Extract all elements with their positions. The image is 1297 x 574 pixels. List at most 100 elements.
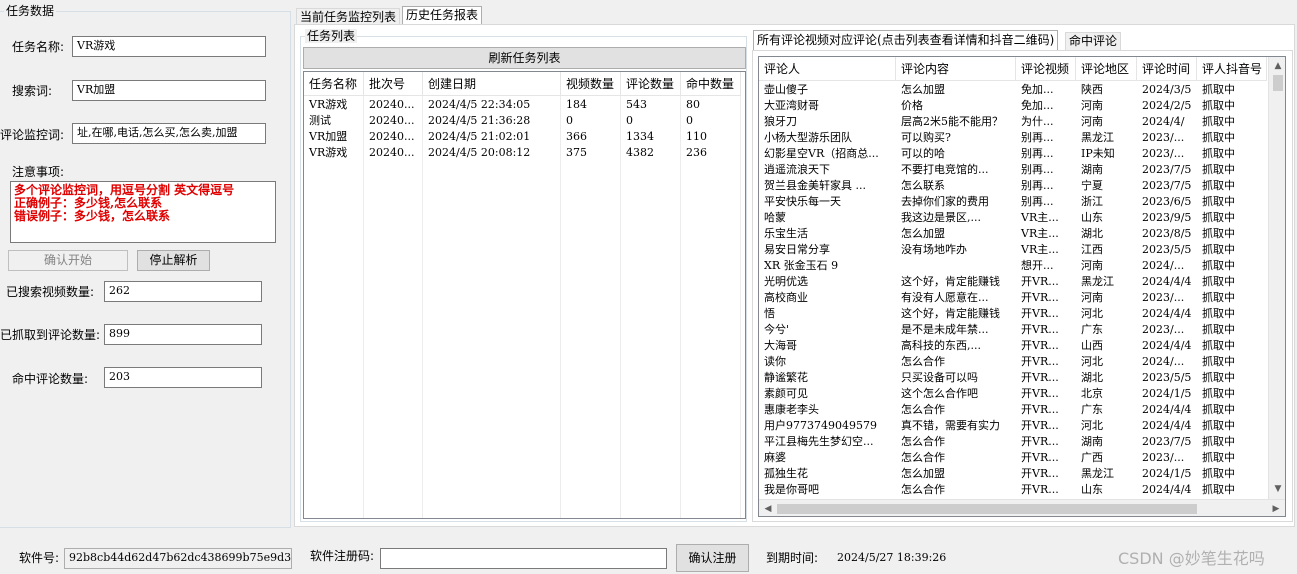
- table-row[interactable]: 乐宝生活 怎么加盟 VR主... 湖北 2023/8/5 抓取中: [759, 226, 1267, 242]
- table-row[interactable]: 贺兰县金美轩家具 ... 怎么联系 别再... 宁夏 2023/7/5 抓取中: [759, 178, 1267, 194]
- scrollbar-thumb[interactable]: [1273, 75, 1283, 91]
- chevron-down-icon[interactable]: ▼: [1271, 482, 1285, 496]
- stop-parse-button[interactable]: 停止解析: [137, 250, 210, 271]
- table-row[interactable]: 孤独生花 怎么加盟 开VR... 黑龙江 2024/1/5 抓取中: [759, 466, 1267, 482]
- refresh-task-list-button[interactable]: 刷新任务列表: [303, 47, 746, 69]
- table-row[interactable]: 壶山傻子 怎么加盟 免加... 陕西 2024/3/5 抓取中: [759, 82, 1267, 98]
- comment-content-cell: 怎么合作: [901, 483, 945, 496]
- douyin-id-cell: 抓取中: [1202, 275, 1235, 288]
- commenter-cell: 悟: [764, 307, 775, 320]
- table-row[interactable]: 平安快乐每一天 去掉你们家的费用 别再... 浙江 2023/6/5 抓取中: [759, 194, 1267, 210]
- captured-count-field[interactable]: 899: [104, 324, 262, 345]
- table-row[interactable]: 小杨大型游乐团队 可以购买? 别再... 黑龙江 2023/... 抓取中: [759, 130, 1267, 146]
- column-header[interactable]: 评人抖音号: [1197, 57, 1267, 81]
- comment-video-cell: 别再...: [1021, 147, 1054, 160]
- comment-region-cell: 河北: [1081, 307, 1103, 320]
- commenter-cell: 高校商业: [764, 291, 808, 304]
- table-row[interactable]: 读你 怎么合作 开VR... 河北 2024/... 抓取中: [759, 354, 1267, 370]
- comment-content-cell: 可以购买?: [901, 131, 951, 144]
- searched-count-field[interactable]: 262: [104, 281, 262, 302]
- reg-code-input[interactable]: [380, 548, 667, 569]
- column-header[interactable]: 评论视频: [1016, 57, 1076, 81]
- table-row[interactable]: 惠康老李头 怎么合作 开VR... 广东 2024/4/4 抓取中: [759, 402, 1267, 418]
- chevron-up-icon[interactable]: ▲: [1271, 59, 1285, 73]
- comment-monitor-input[interactable]: 址,在哪,电话,怎么买,怎么卖,加盟: [72, 123, 266, 144]
- column-header[interactable]: 批次号: [364, 72, 423, 96]
- table-row[interactable]: 哈蒙 我这边是景区,... VR主... 山东 2023/9/5 抓取中: [759, 210, 1267, 226]
- table-row[interactable]: 幻影星空VR（招商总... 可以的哈 别再... IP未知 2023/... 抓取中: [759, 146, 1267, 162]
- comments-vertical-scrollbar[interactable]: ▲ ▼: [1268, 57, 1285, 499]
- comment-region-cell: 陕西: [1081, 83, 1103, 96]
- hit-count-cell: 80: [686, 98, 700, 111]
- hit-count-field[interactable]: 203: [104, 367, 262, 388]
- table-row[interactable]: 测试 20240... 2024/4/5 21:36:28 0 0 0: [304, 113, 741, 129]
- notes-textarea[interactable]: 多个评论监控词，用逗号分割 英文得逗号 正确例子：多少钱,怎么联系 错误例子：多…: [10, 181, 276, 243]
- scrollbar-thumb[interactable]: [777, 504, 1197, 514]
- douyin-id-cell: 抓取中: [1202, 99, 1235, 112]
- douyin-id-cell: 抓取中: [1202, 403, 1235, 416]
- table-row[interactable]: 大海哥 高科技的东西,... 开VR... 山西 2024/4/4 抓取中: [759, 338, 1267, 354]
- commenter-cell: 素颜可见: [764, 387, 808, 400]
- comments-table[interactable]: 评论人 评论内容 评论视频 评论地区 评论时间 评人抖音号 壶山傻子 怎么加盟 免加…: [758, 56, 1286, 517]
- reg-code-label: 软件注册码:: [310, 549, 375, 563]
- tab-hit-comments[interactable]: 命中评论: [1065, 32, 1122, 50]
- column-header[interactable]: 评论地区: [1076, 57, 1137, 81]
- start-button[interactable]: 确认开始: [8, 250, 128, 271]
- tab-current-monitor[interactable]: 当前任务监控列表: [296, 8, 401, 25]
- comment-video-cell: 开VR...: [1021, 483, 1059, 496]
- table-row[interactable]: XR 张金玉石 9 想开... 河南 2024/... 抓取中: [759, 258, 1267, 274]
- commenter-cell: 乐宝生活: [764, 227, 808, 240]
- table-row[interactable]: 悟 这个好，肯定能赚钱 开VR... 河北 2024/4/4 抓取中: [759, 306, 1267, 322]
- table-row[interactable]: 光明优选 这个好，肯定能赚钱 开VR... 黑龙江 2024/4/4 抓取中: [759, 274, 1267, 290]
- table-row[interactable]: 大亚湾财哥 价格 免加... 河南 2024/2/5 抓取中: [759, 98, 1267, 114]
- table-row[interactable]: 我是你哥吧 怎么合作 开VR... 山东 2024/4/4 抓取中: [759, 482, 1267, 498]
- search-word-input[interactable]: VR加盟: [72, 80, 266, 101]
- table-row[interactable]: 麻婆 怎么合作 开VR... 广西 2023/... 抓取中: [759, 450, 1267, 466]
- table-row[interactable]: 静谧繁花 只买设备可以吗 开VR... 湖北 2023/5/5 抓取中: [759, 370, 1267, 386]
- table-row[interactable]: 狼牙刀 层高2米5能不能用？ 为什... 河南 2024/4/抓取中: [759, 114, 1267, 130]
- task-list-table[interactable]: 任务名称 批次号 创建日期 视频数量 评论数量 命中数量 VR游戏 20240.…: [303, 71, 746, 519]
- comments-horizontal-scrollbar[interactable]: ◀ ▶: [759, 499, 1285, 516]
- comment-video-cell: 别再...: [1021, 179, 1054, 192]
- chevron-right-icon[interactable]: ▶: [1269, 502, 1283, 516]
- column-header[interactable]: 评论时间: [1137, 57, 1197, 81]
- tab-all-comments[interactable]: 所有评论视频对应评论(点击列表查看详情和抖音二维码): [753, 30, 1059, 51]
- column-header[interactable]: 创建日期: [423, 72, 561, 96]
- column-header[interactable]: 任务名称: [304, 72, 364, 96]
- table-row[interactable]: VR游戏 20240... 2024/4/5 22:34:05 184 543 …: [304, 97, 741, 113]
- task-name-input[interactable]: VR游戏: [72, 36, 266, 57]
- comment-time-cell: 2023/...: [1142, 131, 1185, 144]
- table-row[interactable]: 平江县梅先生梦幻空... 怎么合作 开VR... 湖南 2023/7/5 抓取中: [759, 434, 1267, 450]
- table-row[interactable]: 易安日常分享 没有场地咋办 VR主... 江西 2023/5/5 抓取中: [759, 242, 1267, 258]
- comment-content-cell: 我这边是景区,...: [901, 211, 981, 224]
- created-date-cell: 2024/4/5 21:36:28: [428, 114, 531, 127]
- column-header[interactable]: 命中数量: [681, 72, 741, 96]
- comment-video-cell: 开VR...: [1021, 291, 1059, 304]
- table-row[interactable]: 高校商业 有没有人愿意在... 开VR... 河南 2023/... 抓取中: [759, 290, 1267, 306]
- comment-time-cell: 2023/...: [1142, 147, 1185, 160]
- douyin-id-cell: 抓取中: [1202, 339, 1235, 352]
- table-row[interactable]: 逍遥流浪天下 不要打电竞馆的... 别再... 湖南 2023/7/5 抓取中: [759, 162, 1267, 178]
- column-header[interactable]: 视频数量: [561, 72, 621, 96]
- software-no-field[interactable]: 92b8cb44d62d47b62dc438699b75e9d3: [64, 548, 292, 569]
- column-header[interactable]: 评论内容: [896, 57, 1016, 81]
- table-row[interactable]: VR游戏 20240... 2024/4/5 20:08:12 375 4382…: [304, 145, 741, 161]
- table-row[interactable]: 素颜可见 这个怎么合作吧 开VR... 北京 2024/1/5 抓取中: [759, 386, 1267, 402]
- comment-video-cell: 开VR...: [1021, 435, 1059, 448]
- commenter-cell: 孤独生花: [764, 467, 808, 480]
- douyin-id-cell: 抓取中: [1202, 195, 1235, 208]
- hit-count-cell: 0: [686, 114, 693, 127]
- column-header[interactable]: 评论人: [759, 57, 896, 81]
- table-row[interactable]: VR加盟 20240... 2024/4/5 21:02:01 366 1334…: [304, 129, 741, 145]
- comment-time-cell: 2024/4/4: [1142, 419, 1192, 432]
- commenter-cell: 贺兰县金美轩家具 ...: [764, 179, 866, 192]
- comment-region-cell: 山西: [1081, 339, 1103, 352]
- table-row[interactable]: 用户9773749049579 真不错，需要有实力 开VR... 河北 2024/4/4…: [759, 418, 1267, 434]
- tab-history-report[interactable]: 历史任务报表: [402, 6, 483, 25]
- comment-region-cell: 湖北: [1081, 227, 1103, 240]
- confirm-register-button[interactable]: 确认注册: [676, 544, 749, 572]
- commenter-cell: 惠康老李头: [764, 403, 819, 416]
- table-row[interactable]: 今兮' 是不是未成年禁... 开VR... 广东 2023/... 抓取中: [759, 322, 1267, 338]
- chevron-left-icon[interactable]: ◀: [761, 502, 775, 516]
- column-header[interactable]: 评论数量: [621, 72, 681, 96]
